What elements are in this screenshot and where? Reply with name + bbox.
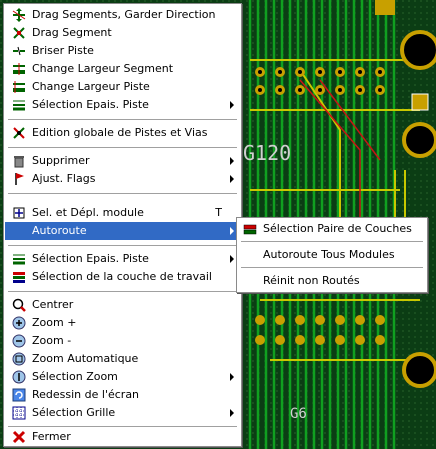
zoom-out-icon <box>12 334 26 348</box>
width-segment-icon <box>13 63 25 75</box>
submenu-item-select-layer-pair[interactable]: Sélection Paire de Couches <box>238 220 426 238</box>
submenu-arrow-icon <box>230 373 234 381</box>
track-thickness-icon <box>13 254 25 265</box>
menu-item-select-move-module[interactable]: Sel. et Dépl. module T <box>5 204 240 222</box>
menu-item-select-working-layer[interactable]: Sélection de la couche de travail <box>5 268 240 286</box>
menu-separator <box>8 147 237 149</box>
menu-item-label: Sélection de la couche de travail <box>32 270 212 283</box>
center-icon <box>12 298 26 312</box>
menu-separator <box>8 119 237 121</box>
menu-item-zoom-out[interactable]: Zoom - <box>5 332 240 350</box>
menu-item-select-track-thickness[interactable]: Sélection Epais. Piste <box>5 96 240 114</box>
zoom-in-icon <box>12 316 26 330</box>
menu-separator <box>8 193 237 195</box>
width-track-icon <box>13 81 25 93</box>
submenu-item-label: Sélection Paire de Couches <box>263 222 412 235</box>
menu-item-label: Autoroute <box>32 224 87 237</box>
menu-item-label: Briser Piste <box>32 44 94 57</box>
menu-item-label: Change Largeur Segment <box>32 62 174 75</box>
menu-item-autoroute[interactable]: Autoroute <box>5 222 240 240</box>
submenu-arrow-icon <box>230 255 234 263</box>
menu-item-break-track[interactable]: Briser Piste <box>5 42 240 60</box>
menu-item-label: Ajust. Flags <box>32 172 96 185</box>
menu-separator <box>8 291 237 293</box>
menu-item-drag-segment[interactable]: Drag Segment <box>5 24 240 42</box>
menu-item-label: Sélection Grille <box>32 406 116 419</box>
submenu-arrow-icon <box>230 227 234 235</box>
redraw-icon <box>12 388 26 402</box>
track-thickness-icon <box>13 100 25 111</box>
submenu-arrow-icon <box>230 157 234 165</box>
menu-item-global-edit-tracks-vias[interactable]: Edition globale de Pistes et Vias <box>5 124 240 142</box>
menu-item-adjust-flags[interactable]: Ajust. Flags <box>5 170 240 188</box>
menu-item-change-segment-width[interactable]: Change Largeur Segment <box>5 60 240 78</box>
zoom-auto-icon <box>12 352 26 366</box>
submenu-item-reset-unrouted[interactable]: Réinit non Routés <box>238 272 426 290</box>
menu-item-zoom-select[interactable]: Sélection Zoom <box>5 368 240 386</box>
menu-item-label: Sélection Epais. Piste <box>32 252 149 265</box>
autoroute-submenu: Sélection Paire de Couches Autoroute Tou… <box>236 217 428 293</box>
submenu-arrow-icon <box>230 101 234 109</box>
select-module-icon <box>13 207 25 219</box>
break-track-icon <box>13 46 25 56</box>
trash-icon <box>14 156 24 168</box>
menu-separator <box>8 245 237 247</box>
grid-icon <box>12 406 26 420</box>
menu-item-zoom-in[interactable]: Zoom + <box>5 314 240 332</box>
shortcut-label: T <box>215 206 222 219</box>
global-edit-icon <box>13 127 25 139</box>
menu-item-select-track-thickness-2[interactable]: Sélection Epais. Piste <box>5 250 240 268</box>
zoom-select-icon <box>12 370 26 384</box>
menu-item-label: Zoom + <box>32 316 77 329</box>
menu-item-redraw[interactable]: Redessin de l'écran <box>5 386 240 404</box>
silk-label-g6: G6 <box>290 406 307 422</box>
drag-segment-icon <box>13 27 25 39</box>
menu-item-change-track-width[interactable]: Change Largeur Piste <box>5 78 240 96</box>
menu-item-label: Zoom Automatique <box>32 352 139 365</box>
menu-item-label: Sélection Epais. Piste <box>32 98 149 111</box>
context-menu: Drag Segments, Garder Direction Drag Seg… <box>3 3 242 447</box>
menu-item-zoom-auto[interactable]: Zoom Automatique <box>5 350 240 368</box>
silk-label-g120: G120 <box>243 141 291 165</box>
submenu-separator <box>241 241 423 243</box>
submenu-item-autoroute-all-modules[interactable]: Autoroute Tous Modules <box>238 246 426 264</box>
submenu-item-label: Autoroute Tous Modules <box>263 248 395 261</box>
menu-item-label: Redessin de l'écran <box>32 388 140 401</box>
layer-pair-icon <box>243 224 257 235</box>
menu-item-center[interactable]: Centrer <box>5 296 240 314</box>
close-icon <box>12 430 26 444</box>
menu-item-select-grid[interactable]: Sélection Grille <box>5 404 240 422</box>
submenu-arrow-icon <box>230 409 234 417</box>
drag-segments-icon <box>12 8 26 22</box>
layers-icon <box>13 272 25 283</box>
menu-item-label: Zoom - <box>32 334 72 347</box>
menu-item-label: Drag Segment <box>32 26 112 39</box>
submenu-item-label: Réinit non Routés <box>263 274 360 287</box>
menu-item-drag-segments-keep-direction[interactable]: Drag Segments, Garder Direction <box>5 6 240 24</box>
menu-item-close[interactable]: Fermer <box>5 428 240 446</box>
menu-item-label: Centrer <box>32 298 74 311</box>
menu-item-label: Supprimer <box>32 154 90 167</box>
menu-item-label: Drag Segments, Garder Direction <box>32 8 216 21</box>
submenu-separator <box>241 267 423 269</box>
submenu-arrow-icon <box>230 175 234 183</box>
menu-item-label: Change Largeur Piste <box>32 80 150 93</box>
menu-item-label: Edition globale de Pistes et Vias <box>32 126 208 139</box>
flag-icon <box>15 173 24 185</box>
menu-item-label: Sel. et Dépl. module <box>32 206 144 219</box>
menu-item-label: Sélection Zoom <box>32 370 118 383</box>
menu-item-delete[interactable]: Supprimer <box>5 152 240 170</box>
menu-item-label: Fermer <box>32 430 71 443</box>
